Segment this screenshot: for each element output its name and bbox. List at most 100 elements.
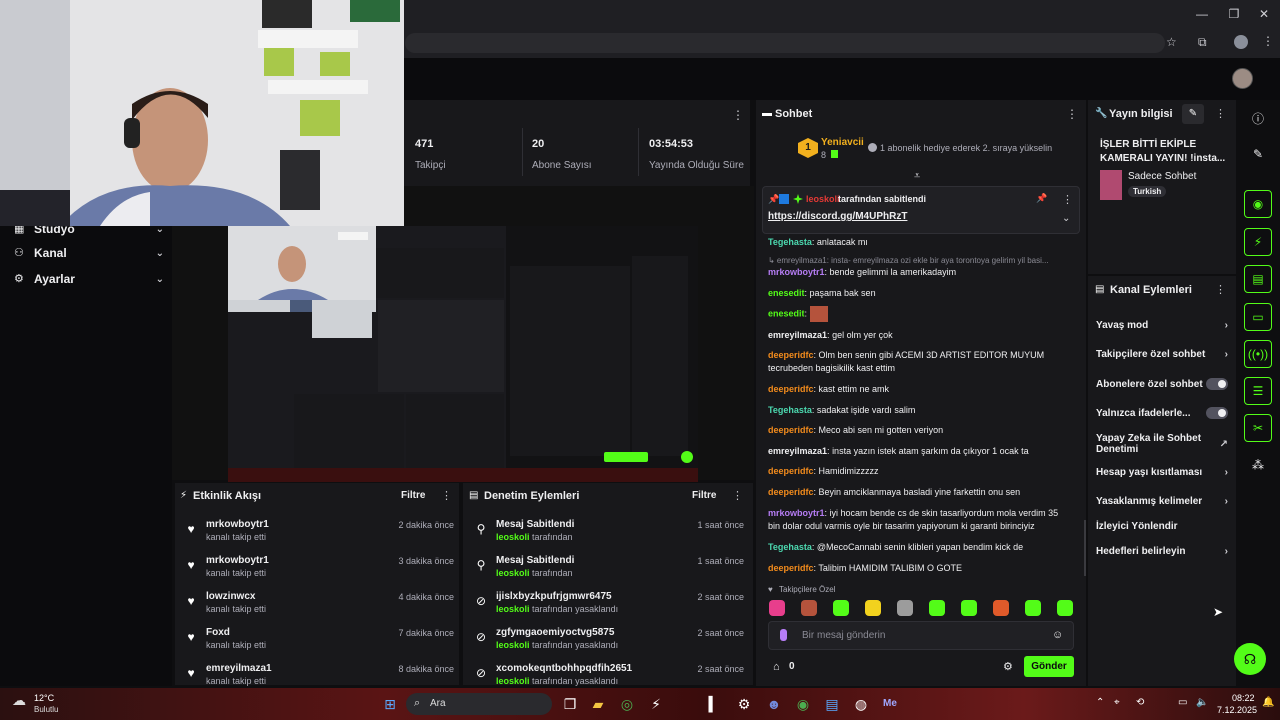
moderator-name[interactable]: leoskoli bbox=[496, 568, 530, 578]
chat-username[interactable]: enesedit bbox=[768, 308, 805, 318]
sidebar-item-channel[interactable]: ⚇ Kanal ⌄ bbox=[14, 242, 164, 264]
moderator-name[interactable]: leoskoli bbox=[496, 532, 530, 542]
profile-icon[interactable] bbox=[1234, 35, 1248, 49]
more-vertical-icon[interactable]: ⋮ bbox=[1215, 283, 1226, 296]
chat-username[interactable]: Tegehasta bbox=[768, 405, 812, 415]
activity-filter-button[interactable]: Filtre bbox=[401, 490, 425, 501]
chat-username[interactable]: emreyilmaza1 bbox=[768, 446, 827, 456]
tray-icon[interactable]: ⟲ bbox=[1136, 697, 1144, 708]
emote-item[interactable] bbox=[993, 600, 1009, 616]
obs-icon[interactable]: ◍ bbox=[851, 694, 871, 714]
moderation-filter-button[interactable]: Filtre bbox=[692, 490, 716, 501]
activity-user[interactable]: mrkowboytr1 bbox=[206, 554, 269, 567]
lightning-icon[interactable]: ⚡ bbox=[1244, 228, 1272, 256]
send-button[interactable]: Gönder bbox=[1024, 656, 1074, 677]
chrome-alt-icon[interactable]: ◉ bbox=[793, 694, 813, 714]
chevron-down-icon[interactable]: ⌄ bbox=[1062, 213, 1070, 224]
windows-start-icon[interactable]: ⊞ bbox=[380, 694, 400, 714]
category-name[interactable]: Sadece Sohbet bbox=[1128, 171, 1196, 182]
emote-item[interactable] bbox=[801, 600, 817, 616]
chat-username[interactable]: Tegehasta bbox=[768, 542, 812, 552]
toggle-switch[interactable] bbox=[1206, 378, 1228, 390]
activity-user[interactable]: emreyilmaza1 bbox=[206, 662, 272, 675]
url-field[interactable] bbox=[405, 33, 1165, 53]
close-icon[interactable]: ✕ bbox=[1256, 6, 1272, 22]
chat-username[interactable]: mrkowboytr1 bbox=[768, 267, 825, 277]
emote-item[interactable] bbox=[1057, 600, 1073, 616]
pin-icon[interactable]: 📌 bbox=[1036, 193, 1047, 204]
activity-user[interactable]: mrkowboytr1 bbox=[206, 518, 269, 531]
discord-icon[interactable]: ☻ bbox=[764, 694, 784, 714]
maximize-icon[interactable]: ❐ bbox=[1226, 6, 1242, 22]
emote-item[interactable] bbox=[929, 600, 945, 616]
emote-item[interactable] bbox=[897, 600, 913, 616]
channel-action-item[interactable]: Yalnızca ifadelerle... bbox=[1096, 406, 1228, 420]
moderation-row[interactable]: ⚲ Mesaj Sabitlendi leoskoli tarafından 1 sa… bbox=[474, 554, 744, 590]
avatar[interactable] bbox=[1232, 68, 1253, 89]
activity-row[interactable]: ♥ mrkowboytr1 kanalı takip etti 3 dakika ön… bbox=[184, 554, 454, 590]
toggle-switch[interactable] bbox=[1206, 407, 1228, 419]
moderation-row[interactable]: ⊘ zgfymgaoemiyoctvg5875 leoskoli tarafında… bbox=[474, 626, 744, 662]
chrome-icon[interactable]: ◎ bbox=[617, 694, 637, 714]
moderation-row[interactable]: ⊘ ijislxbyzkpufrjgmwr6475 leoskoli tarafın… bbox=[474, 590, 744, 626]
more-vertical-icon[interactable]: ⋮ bbox=[1066, 107, 1078, 121]
chat-username[interactable]: deeperidfc bbox=[768, 466, 814, 476]
channel-action-item[interactable]: Takipçilere özel sohbet › bbox=[1096, 347, 1228, 361]
tools-icon[interactable]: ✂ bbox=[1244, 414, 1272, 442]
kick-app-icon[interactable]: ⚡ bbox=[646, 694, 666, 714]
collapse-icon[interactable]: ⩡ bbox=[914, 170, 920, 183]
tray-icon[interactable]: ⌖ bbox=[1114, 697, 1120, 708]
chat-username[interactable]: deeperidfc bbox=[768, 487, 814, 497]
emoji-icon[interactable]: ☺ bbox=[1052, 629, 1063, 641]
sidebar-item-settings[interactable]: ⚙ Ayarlar ⌄ bbox=[14, 268, 164, 290]
moderator-name[interactable]: leoskoli bbox=[496, 640, 530, 650]
terminal-icon[interactable]: ▍ bbox=[704, 694, 724, 714]
record-icon[interactable]: ◉ bbox=[1244, 190, 1272, 218]
more-vertical-icon[interactable]: ⋮ bbox=[1215, 107, 1226, 120]
emote-item[interactable] bbox=[1025, 600, 1041, 616]
gear-icon[interactable]: ⚙ bbox=[1003, 660, 1013, 673]
chat-username[interactable]: deeperidfc bbox=[768, 563, 814, 573]
more-vertical-icon[interactable]: ⋮ bbox=[1262, 34, 1274, 48]
emote-item[interactable] bbox=[961, 600, 977, 616]
tray-chevron-icon[interactable]: ⌃ bbox=[1096, 697, 1104, 708]
moderator-name[interactable]: leoskoli bbox=[496, 676, 530, 686]
chat-username[interactable]: enesedit bbox=[768, 288, 805, 298]
star-icon[interactable]: ☆ bbox=[1166, 35, 1177, 49]
taskbar-search[interactable] bbox=[406, 693, 552, 715]
emote-item[interactable] bbox=[865, 600, 881, 616]
settings-app-icon[interactable]: ⚙ bbox=[734, 694, 754, 714]
channel-action-item[interactable]: Yavaş mod › bbox=[1096, 318, 1228, 332]
activity-row[interactable]: ♥ Foxd kanalı takip etti 7 dakika önce bbox=[184, 626, 454, 662]
pencil-icon[interactable]: ✎ bbox=[1250, 147, 1266, 163]
channel-action-item[interactable]: Abonelere özel sohbet bbox=[1096, 377, 1228, 391]
file-explorer-icon[interactable]: ▰ bbox=[588, 694, 608, 714]
chat-username[interactable]: deeperidfc bbox=[768, 384, 814, 394]
task-view-icon[interactable]: ❐ bbox=[560, 694, 580, 714]
external-link-icon[interactable]: ↗ bbox=[1220, 439, 1228, 450]
pinned-by-user[interactable]: leoskoli bbox=[806, 194, 840, 204]
document-icon[interactable]: ▤ bbox=[1244, 265, 1272, 293]
category-thumbnail[interactable] bbox=[1100, 170, 1122, 200]
channel-action-item[interactable]: İzleyici Yönlendir bbox=[1096, 519, 1228, 533]
chat-username[interactable]: mrkowboytr1 bbox=[768, 508, 825, 518]
notepad-icon[interactable]: ▤ bbox=[822, 694, 842, 714]
more-vertical-icon[interactable]: ⋮ bbox=[441, 489, 452, 502]
broadcast-icon[interactable]: ((•)) bbox=[1244, 340, 1272, 368]
edit-icon[interactable]: ✎ bbox=[1182, 104, 1204, 124]
chat-username[interactable]: Tegehasta bbox=[768, 237, 812, 247]
microphone-icon[interactable] bbox=[780, 629, 787, 641]
moderator-name[interactable]: leoskoli bbox=[496, 604, 530, 614]
notification-icon[interactable]: 🔔 bbox=[1262, 697, 1274, 708]
store-icon[interactable]: ⌂ bbox=[773, 661, 780, 673]
chat-username[interactable]: deeperidfc bbox=[768, 425, 814, 435]
emote-item[interactable] bbox=[833, 600, 849, 616]
activity-user[interactable]: Foxd bbox=[206, 626, 266, 639]
more-vertical-icon[interactable]: ⋮ bbox=[732, 108, 744, 122]
activity-row[interactable]: ♥ lowzinwcx kanalı takip etti 4 dakika önce bbox=[184, 590, 454, 626]
activity-user[interactable]: lowzinwcx bbox=[206, 590, 266, 603]
emote-item[interactable] bbox=[769, 600, 785, 616]
info-icon[interactable]: ⓘ bbox=[1250, 110, 1266, 126]
support-icon[interactable]: ☊ bbox=[1234, 643, 1266, 675]
moderation-row[interactable]: ⚲ Mesaj Sabitlendi leoskoli tarafından 1 sa… bbox=[474, 518, 744, 554]
